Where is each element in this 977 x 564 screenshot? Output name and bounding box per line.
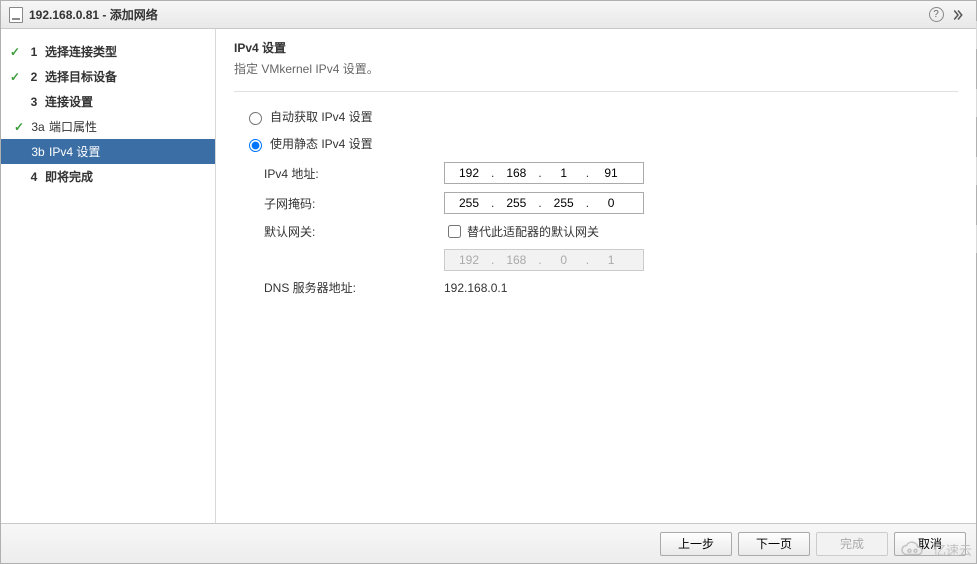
dns-value: 192.168.0.1 — [444, 281, 507, 295]
subnet-mask-label: 子网掩码: — [264, 195, 444, 212]
mask-oct2[interactable] — [496, 195, 536, 211]
nav-step-4[interactable]: 4 即将完成 — [1, 164, 215, 189]
gw-oct4 — [591, 252, 631, 268]
ipv4-oct4[interactable] — [591, 165, 631, 181]
static-ipv4-form: IPv4 地址: . . . 子网掩码: . . . — [264, 162, 958, 296]
check-icon: ✓ — [7, 70, 23, 84]
mask-oct1[interactable] — [449, 195, 489, 211]
row-ipv4-address: IPv4 地址: . . . — [264, 162, 958, 184]
radio-auto-label: 自动获取 IPv4 设置 — [270, 108, 373, 125]
cancel-button[interactable]: 取消 — [894, 532, 966, 556]
nav-step-3b[interactable]: 3b IPv4 设置 — [1, 139, 215, 164]
override-gateway-label: 替代此适配器的默认网关 — [467, 223, 599, 240]
check-icon: ✓ — [7, 45, 23, 59]
gateway-input: . . . — [444, 249, 644, 271]
gw-oct3 — [544, 252, 584, 268]
override-gateway-row: 替代此适配器的默认网关 — [444, 222, 599, 241]
page-heading: IPv4 设置 — [234, 39, 958, 56]
add-network-dialog: 192.168.0.81 - 添加网络 ? ✓ 1 选择连接类型 ✓ 2 选择目… — [0, 0, 977, 564]
back-button[interactable]: 上一步 — [660, 532, 732, 556]
check-icon: ✓ — [11, 120, 27, 134]
radio-auto-input[interactable] — [249, 112, 262, 125]
ipv4-oct1[interactable] — [449, 165, 489, 181]
nav-step-1[interactable]: ✓ 1 选择连接类型 — [1, 39, 215, 64]
divider — [234, 91, 958, 92]
override-gateway-checkbox[interactable] — [448, 225, 461, 238]
ipv4-address-input[interactable]: . . . — [444, 162, 644, 184]
radio-static-input[interactable] — [249, 139, 262, 152]
nav-step-3a[interactable]: ✓ 3a 端口属性 — [1, 114, 215, 139]
nav-step-3[interactable]: 3 连接设置 — [1, 89, 215, 114]
dns-label: DNS 服务器地址: — [264, 279, 444, 296]
host-icon — [9, 7, 23, 23]
mask-oct3[interactable] — [544, 195, 584, 211]
gw-oct1 — [449, 252, 489, 268]
help-icon: ? — [929, 7, 944, 22]
radio-static-ipv4[interactable]: 使用静态 IPv4 设置 — [244, 135, 958, 152]
row-dns: DNS 服务器地址: 192.168.0.1 — [264, 279, 958, 296]
chevrons-right-icon — [952, 9, 964, 21]
nav-step-2[interactable]: ✓ 2 选择目标设备 — [1, 64, 215, 89]
dialog-footer: 上一步 下一页 完成 取消 — [1, 523, 976, 563]
mask-oct4[interactable] — [591, 195, 631, 211]
row-default-gateway: 默认网关: 替代此适配器的默认网关 — [264, 222, 958, 241]
titlebar: 192.168.0.81 - 添加网络 ? — [1, 1, 976, 29]
expand-button[interactable] — [948, 5, 968, 25]
radio-auto-ipv4[interactable]: 自动获取 IPv4 设置 — [244, 108, 958, 125]
next-button[interactable]: 下一页 — [738, 532, 810, 556]
page-subheading: 指定 VMkernel IPv4 设置。 — [234, 60, 958, 77]
radio-static-label: 使用静态 IPv4 设置 — [270, 135, 373, 152]
dialog-title: 192.168.0.81 - 添加网络 — [29, 6, 158, 23]
dialog-body: ✓ 1 选择连接类型 ✓ 2 选择目标设备 3 连接设置 ✓ 3a 端口属性 — [1, 29, 976, 523]
ipv4-address-label: IPv4 地址: — [264, 165, 444, 182]
ipv4-oct2[interactable] — [496, 165, 536, 181]
row-subnet-mask: 子网掩码: . . . — [264, 192, 958, 214]
subnet-mask-input[interactable]: . . . — [444, 192, 644, 214]
finish-button: 完成 — [816, 532, 888, 556]
row-gateway-value: . . . — [264, 249, 958, 271]
ipv4-oct3[interactable] — [544, 165, 584, 181]
wizard-nav: ✓ 1 选择连接类型 ✓ 2 选择目标设备 3 连接设置 ✓ 3a 端口属性 — [1, 29, 216, 523]
wizard-content: IPv4 设置 指定 VMkernel IPv4 设置。 自动获取 IPv4 设… — [216, 29, 976, 523]
help-button[interactable]: ? — [926, 5, 946, 25]
gw-oct2 — [496, 252, 536, 268]
default-gateway-label: 默认网关: — [264, 223, 444, 240]
